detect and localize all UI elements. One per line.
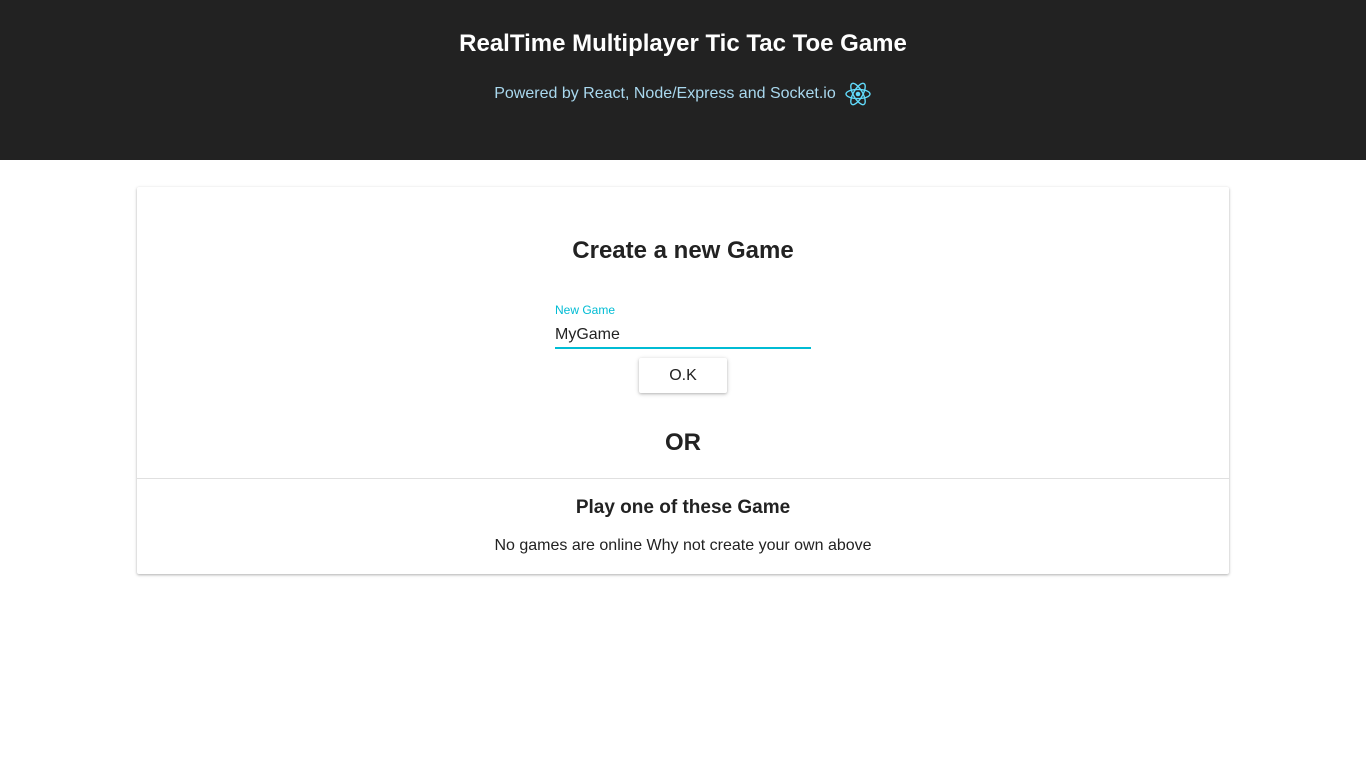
new-game-field[interactable]: New Game (555, 303, 811, 349)
game-lobby-card: Create a new Game New Game O.K OR Play o… (137, 187, 1229, 574)
new-game-label: New Game (555, 303, 616, 317)
or-separator: OR (665, 429, 701, 456)
new-game-input[interactable] (555, 323, 811, 347)
join-game-title: Play one of these Game (575, 497, 791, 518)
no-games-message: No games are online Why not create your … (494, 537, 872, 554)
section-divider (137, 478, 1229, 479)
app-title: RealTime Multiplayer Tic Tac Toe Game (459, 30, 907, 57)
header-subtitle-row: Powered by React, Node/Express and Socke… (0, 80, 1366, 108)
react-logo-icon (844, 80, 872, 108)
create-game-title: Create a new Game (572, 237, 794, 264)
ok-button[interactable]: O.K (639, 358, 727, 393)
app-header: RealTime Multiplayer Tic Tac Toe Game Po… (0, 0, 1366, 160)
input-underline (555, 347, 811, 349)
powered-by-text: Powered by React, Node/Express and Socke… (494, 85, 836, 102)
